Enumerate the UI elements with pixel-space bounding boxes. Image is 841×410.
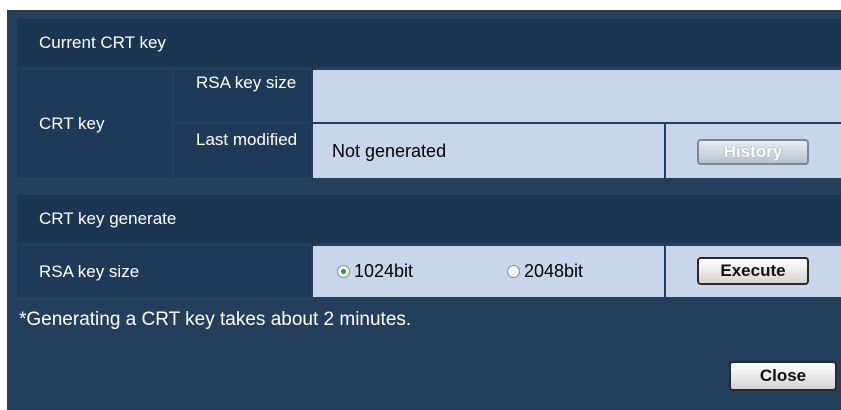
rsa-key-size-value [313,70,841,122]
generate-rsa-key-size-label: RSA key size [17,246,311,297]
last-modified-value: Not generated [313,124,664,178]
radio-2048bit-label: 2048bit [524,261,584,281]
section-title: Current CRT key [39,33,166,52]
radio-1024bit[interactable]: 1024bit [337,246,413,297]
history-button-cell: History [666,124,841,178]
radio-1024bit-label: 1024bit [354,261,414,281]
radio-2048bit[interactable]: 2048bit [507,246,583,297]
history-button[interactable]: History [697,139,809,165]
execute-button[interactable]: Execute [697,257,809,285]
radio-selected-icon[interactable] [337,265,350,278]
section-title: CRT key generate [39,209,177,228]
last-modified-label: Last modified [174,124,311,178]
generation-time-note: *Generating a CRT key takes about 2 minu… [19,309,412,330]
rsa-key-size-options: 1024bit 2048bit [313,246,664,297]
crt-key-row-label: CRT key [17,70,172,178]
rsa-key-size-label: RSA key size [174,70,311,122]
section-header-current-crt-key: Current CRT key [17,19,841,67]
radio-unselected-icon[interactable] [507,265,520,278]
section-header-crt-key-generate: CRT key generate [17,195,841,243]
close-button[interactable]: Close [729,361,837,391]
execute-button-cell: Execute [666,246,841,297]
